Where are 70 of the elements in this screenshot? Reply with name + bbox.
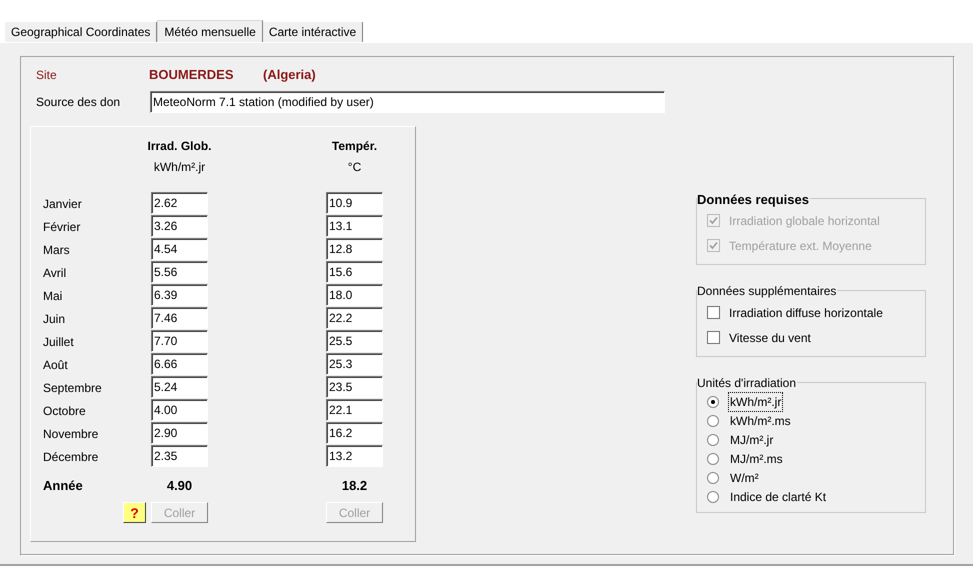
site-label: Site	[36, 67, 58, 84]
value-field[interactable]: 22.2	[326, 307, 383, 329]
month-label: Novembre	[43, 426, 100, 442]
radio-button[interactable]	[707, 472, 719, 484]
value-field[interactable]: 7.70	[151, 330, 208, 352]
month-label: Avril	[43, 264, 68, 282]
tab[interactable]: Météo mensuelle	[157, 20, 263, 42]
month-label: Septembre	[43, 380, 103, 396]
site-country: (Algeria)	[263, 66, 316, 84]
checkbox-label: Irradiation globale horizontal	[729, 212, 880, 230]
month-label: Juillet	[43, 334, 75, 350]
value-field[interactable]: 13.2	[326, 445, 383, 467]
value-field[interactable]: 2.35	[151, 445, 208, 467]
radio-label: Indice de clarté Kt	[729, 488, 828, 506]
total-value: 4.90	[166, 477, 194, 496]
value-field[interactable]: 23.5	[326, 376, 383, 398]
total-value: 18.2	[340, 477, 368, 496]
month-label: Juin	[43, 310, 66, 328]
checkbox-label: Vitesse du vent	[729, 330, 811, 346]
help-button[interactable]: ?	[123, 502, 146, 523]
total-label: Année	[43, 477, 84, 496]
checkbox[interactable]	[707, 306, 720, 319]
value-field[interactable]: 7.46	[151, 307, 208, 329]
month-label: Janvier	[43, 196, 83, 212]
radio-button[interactable]	[707, 452, 719, 464]
radio-label: W/m²	[729, 470, 760, 486]
month-label: Octobre	[43, 402, 87, 420]
source-field[interactable]: MeteoNorm 7.1 station (modified by user)	[150, 91, 665, 113]
radio-button[interactable]	[707, 490, 719, 502]
radio-label: kWh/m².jr	[728, 392, 784, 412]
radio-button[interactable]	[707, 434, 719, 446]
site-name: BOUMERDES	[149, 66, 235, 84]
month-label: Mai	[43, 288, 64, 304]
tab[interactable]: Carte intéractive	[262, 22, 364, 42]
checkbox-label: Irradiation diffuse horizontale	[729, 304, 883, 322]
tab[interactable]: Geographical Coordinates	[5, 22, 158, 42]
column-title: Tempér.	[332, 138, 378, 155]
value-field[interactable]: 2.90	[151, 422, 208, 444]
column-title: Irrad. Glob.	[148, 138, 212, 155]
value-field[interactable]: 6.66	[151, 353, 208, 375]
value-field[interactable]: 13.1	[326, 215, 383, 237]
value-field[interactable]: 3.26	[151, 215, 208, 237]
month-label: Août	[43, 356, 69, 374]
value-field[interactable]: 25.5	[326, 330, 383, 352]
radio-label: MJ/m².jr	[729, 432, 774, 448]
month-label: Mars	[43, 242, 71, 258]
value-field[interactable]: 25.3	[326, 353, 383, 375]
value-field[interactable]: 15.6	[326, 261, 383, 283]
month-label: Février	[43, 218, 82, 236]
checkbox[interactable]	[707, 331, 720, 344]
column-unit: °C	[348, 159, 362, 176]
value-field[interactable]: 4.54	[151, 238, 208, 260]
value-field[interactable]: 18.0	[326, 284, 383, 306]
value-field[interactable]: 5.56	[151, 261, 208, 283]
radio-button[interactable]	[707, 414, 719, 426]
source-label: Source des don	[36, 94, 122, 111]
value-field[interactable]: 12.8	[326, 238, 383, 260]
value-field[interactable]: 10.9	[326, 192, 383, 214]
radio-label: MJ/m².ms	[729, 450, 784, 468]
column-unit: kWh/m².jr	[154, 159, 206, 176]
radio-button[interactable]	[707, 396, 719, 408]
value-field[interactable]: 22.1	[326, 399, 383, 421]
radio-label: kWh/m².ms	[729, 412, 792, 430]
month-label: Décembre	[43, 448, 100, 466]
value-field[interactable]: 4.00	[151, 399, 208, 421]
checkbox-label: Température ext. Moyenne	[729, 238, 872, 254]
value-field[interactable]: 6.39	[151, 284, 208, 306]
value-field[interactable]: 16.2	[326, 422, 383, 444]
value-field[interactable]: 5.24	[151, 376, 208, 398]
value-field[interactable]: 2.62	[151, 192, 208, 214]
